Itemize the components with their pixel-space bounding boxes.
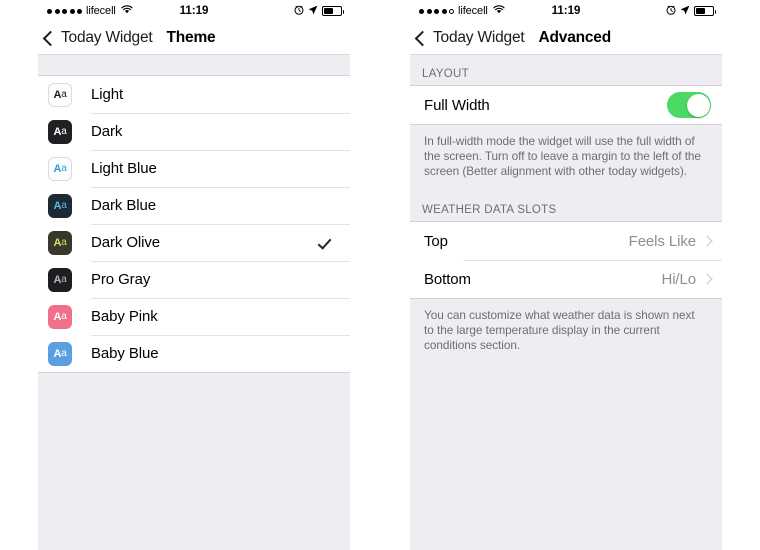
row-value: Feels Like (628, 232, 696, 250)
left-status-bar: lifecell 11:19 (38, 0, 350, 22)
theme-swatch-icon: Aa (48, 304, 72, 329)
theme-row-dark[interactable]: Aa Dark (38, 113, 350, 150)
theme-row-pro-gray[interactable]: Aa Pro Gray (38, 261, 350, 298)
checkmark-icon (318, 236, 332, 250)
theme-row-dark-olive[interactable]: Aa Dark Olive (38, 224, 350, 261)
wifi-icon (121, 5, 133, 17)
theme-row-baby-blue[interactable]: Aa Baby Blue (38, 335, 350, 372)
back-button[interactable]: Today Widget (42, 29, 153, 47)
section-header-layout: LAYOUT (410, 55, 722, 85)
right-status-bar: lifecell 11:19 (410, 0, 722, 22)
row-label: Full Width (424, 96, 490, 114)
alarm-icon (666, 5, 676, 18)
right-phone-screen: lifecell 11:19 Today Widget Advanced LAY… (410, 0, 722, 550)
theme-swatch-icon: Aa (48, 341, 72, 366)
full-width-toggle[interactable] (667, 92, 711, 118)
theme-swatch-icon: Aa (48, 230, 72, 255)
carrier-label: lifecell (458, 5, 488, 17)
theme-swatch-icon: Aa (48, 267, 72, 292)
list-top-gap (38, 55, 350, 75)
theme-label: Dark Olive (91, 234, 161, 251)
row-value: Hi/Lo (661, 270, 696, 288)
footer-layout-description: In full-width mode the widget will use t… (410, 125, 722, 191)
status-bar-indicators (294, 5, 344, 18)
theme-label: Baby Pink (91, 308, 158, 325)
row-top-slot[interactable]: Top Feels Like (410, 222, 722, 260)
battery-icon (694, 6, 716, 16)
status-bar-indicators (666, 5, 716, 18)
theme-label: Dark Blue (91, 197, 156, 214)
row-accessory: Feels Like (629, 233, 722, 250)
back-button-label: Today Widget (433, 29, 525, 46)
row-label: Bottom (424, 270, 471, 288)
theme-row-light[interactable]: Aa Light (38, 76, 350, 113)
theme-swatch-icon: Aa (48, 119, 72, 144)
theme-swatch-icon: Aa (48, 156, 72, 181)
screenshot-canvas: lifecell 11:19 Today Widget Theme A a Li… (0, 0, 760, 550)
theme-label: Light Blue (91, 160, 157, 177)
row-full-width[interactable]: Full Width (410, 86, 722, 124)
location-arrow-icon (308, 5, 318, 18)
toggle-knob (686, 93, 710, 117)
left-phone-screen: lifecell 11:19 Today Widget Theme A a Li… (38, 0, 350, 550)
status-bar-carrier-group: lifecell (47, 5, 133, 17)
carrier-label: lifecell (86, 5, 116, 17)
page-title: Advanced (538, 29, 612, 46)
theme-label: Dark (91, 123, 123, 140)
row-label: Top (424, 232, 448, 250)
battery-icon (322, 6, 344, 16)
signal-strength-icon (47, 8, 82, 14)
back-button-label: Today Widget (61, 29, 153, 46)
weather-slots-list: Top Feels Like Bottom Hi/Lo (410, 221, 722, 299)
theme-swatch-icon: Aa (48, 193, 72, 218)
theme-row-dark-blue[interactable]: Aa Dark Blue (38, 187, 350, 224)
alarm-icon (294, 5, 304, 18)
chevron-left-icon (42, 30, 59, 46)
theme-row-light-blue[interactable]: Aa Light Blue (38, 150, 350, 187)
theme-label: Pro Gray (91, 271, 151, 288)
right-empty-area (410, 365, 722, 550)
left-nav-bar: Today Widget Theme (38, 22, 350, 54)
theme-list: Aa Light Aa Dark Aa Light Blue Aa Dark B… (38, 75, 350, 373)
chevron-right-icon (701, 235, 713, 247)
theme-swatch-icon: Aa (48, 82, 72, 107)
signal-strength-icon (419, 8, 454, 14)
chevron-right-icon (701, 273, 713, 285)
row-bottom-slot[interactable]: Bottom Hi/Lo (410, 260, 722, 298)
row-accessory: Hi/Lo (661, 271, 722, 288)
layout-list: Full Width (410, 85, 722, 125)
back-button[interactable]: Today Widget (414, 29, 525, 47)
theme-label: Light (91, 86, 124, 103)
chevron-left-icon (414, 30, 431, 46)
section-header-weather-data-slots: WEATHER DATA SLOTS (410, 191, 722, 221)
status-bar-carrier-group: lifecell (419, 5, 505, 17)
theme-label: Baby Blue (91, 345, 159, 362)
wifi-icon (493, 5, 505, 17)
right-nav-bar: Today Widget Advanced (410, 22, 722, 54)
page-title: Theme (166, 29, 216, 46)
footer-weather-description: You can customize what weather data is s… (410, 299, 722, 365)
left-empty-area (38, 373, 350, 550)
location-arrow-icon (680, 5, 690, 18)
theme-row-baby-pink[interactable]: Aa Baby Pink (38, 298, 350, 335)
